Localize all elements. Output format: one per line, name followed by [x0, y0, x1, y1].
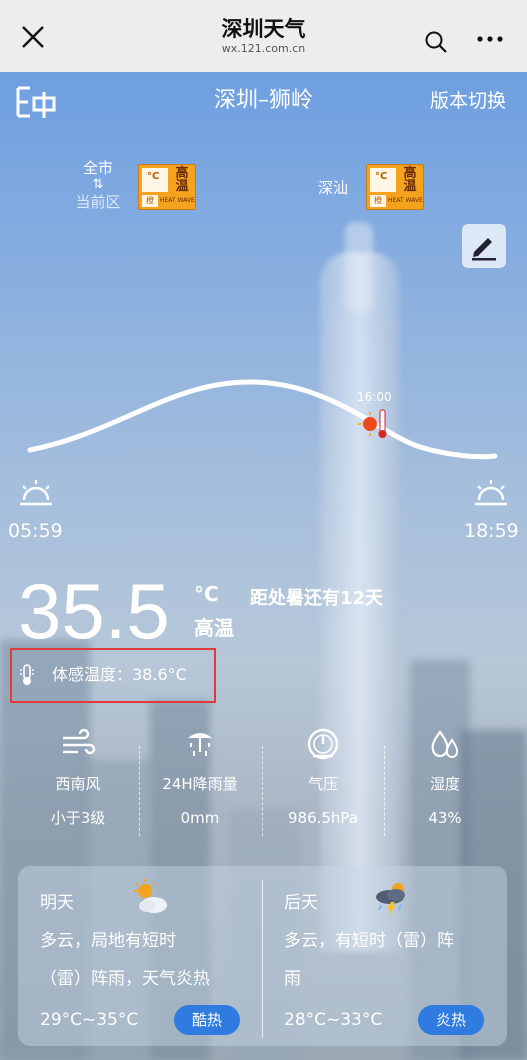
close-icon[interactable]	[20, 24, 46, 50]
thermometer-icon	[20, 664, 34, 685]
stat-humidity[interactable]: 湿度 43%	[385, 720, 505, 828]
stat-label: 24H降雨量	[162, 775, 238, 793]
solar-term-countdown: 距处暑还有12天	[250, 588, 384, 609]
stat-label: 西南风	[55, 775, 101, 793]
warning-color-label: 橙	[142, 195, 158, 207]
temperature-description: 高温	[194, 616, 234, 640]
more-options-icon[interactable]	[476, 33, 504, 45]
stat-value: 0mm	[180, 809, 220, 827]
forecast-divider	[262, 880, 263, 1038]
page-title: 深圳天气	[221, 17, 306, 41]
stat-wind[interactable]: 西南风 小于3级	[18, 720, 138, 828]
humidity-icon	[431, 730, 459, 758]
warning-unit: °C	[375, 171, 388, 182]
sunrise-time: 05:59	[8, 520, 63, 542]
warning-text: 高温	[175, 166, 189, 194]
browser-title-block: 深圳天气 wx.121.com.cn	[222, 16, 306, 56]
stat-value: 43%	[428, 809, 462, 827]
forecast-temp-range: 29°C~35°C	[40, 1010, 139, 1030]
pencil-icon	[472, 238, 496, 261]
partly-cloudy-icon	[134, 879, 167, 913]
pressure-gauge-icon	[307, 728, 339, 760]
region-district-label: 当前区	[75, 193, 121, 211]
warning-sub: HEAT WAVE	[388, 197, 423, 204]
rain-icon	[188, 733, 212, 756]
version-switch-button[interactable]: 版本切换	[430, 87, 506, 115]
stat-label: 湿度	[429, 775, 460, 793]
swap-arrows-icon: ⇅	[92, 177, 104, 192]
edit-button[interactable]	[462, 224, 506, 268]
app-logo-icon[interactable]	[14, 84, 58, 120]
warning-text: 高温	[403, 166, 417, 194]
temperature-unit: °C	[194, 582, 219, 606]
forecast-description: 多云，有短时（雷）阵 雨	[284, 922, 504, 998]
forecast-day-label: 明天	[40, 893, 74, 913]
search-icon[interactable]	[424, 30, 448, 54]
forecast-badge[interactable]: 酷热	[174, 1005, 240, 1035]
district-name: 深汕	[318, 179, 349, 197]
feels-like-temperature: 体感温度：38.6°C	[52, 665, 187, 684]
region-toggle[interactable]: 全市 ⇅ 当前区	[72, 158, 124, 212]
region-city-label: 全市	[82, 159, 113, 177]
forecast-desc-line: 多云，有短时（雷）阵	[284, 931, 454, 951]
forecast-desc-line: 雨	[284, 969, 301, 989]
stat-rainfall[interactable]: 24H降雨量 0mm	[140, 720, 260, 828]
current-temperature: 35.5	[18, 567, 170, 655]
forecast-desc-line: 多云，局地有短时	[40, 931, 176, 951]
thunderstorm-icon	[376, 883, 405, 916]
browser-top-bar: 深圳天气 wx.121.com.cn	[0, 0, 527, 72]
forecast-temp-range: 28°C~33°C	[284, 1010, 383, 1030]
forecast-desc-line: （雷）阵雨，天气炎热	[40, 969, 210, 989]
forecast-badge[interactable]: 炎热	[418, 1005, 484, 1035]
location-title[interactable]: 深圳–狮岭	[150, 86, 377, 116]
forecast-day-label: 后天	[284, 893, 318, 913]
warning-sub: HEAT WAVE	[160, 197, 195, 204]
wind-icon	[63, 728, 96, 755]
sunrise-icon	[20, 480, 52, 506]
page-url: wx.121.com.cn	[221, 42, 306, 55]
heat-warning-signal-icon[interactable]: °C 高温 橙 HEAT WAVE	[366, 164, 424, 210]
sunset-icon	[475, 480, 507, 506]
weather-stats-row: 西南风 小于3级 24H降雨量 0mm 气压 986.5hPa 湿度 43%	[0, 720, 527, 836]
warning-unit: °C	[147, 171, 160, 182]
sun-path-curve	[27, 379, 498, 460]
stat-value: 小于3级	[50, 809, 106, 827]
forecast-description: 多云，局地有短时 （雷）阵雨，天气炎热	[40, 922, 260, 998]
stat-value: 986.5hPa	[287, 809, 358, 827]
stat-pressure[interactable]: 气压 986.5hPa	[263, 720, 383, 828]
sunset-time: 18:59	[464, 520, 519, 542]
warning-color-label: 橙	[370, 195, 386, 207]
heat-warning-signal-icon[interactable]: °C 高温 橙 HEAT WAVE	[138, 164, 196, 210]
stat-label: 气压	[307, 775, 338, 793]
sun-current-time: 16:00	[357, 390, 392, 404]
